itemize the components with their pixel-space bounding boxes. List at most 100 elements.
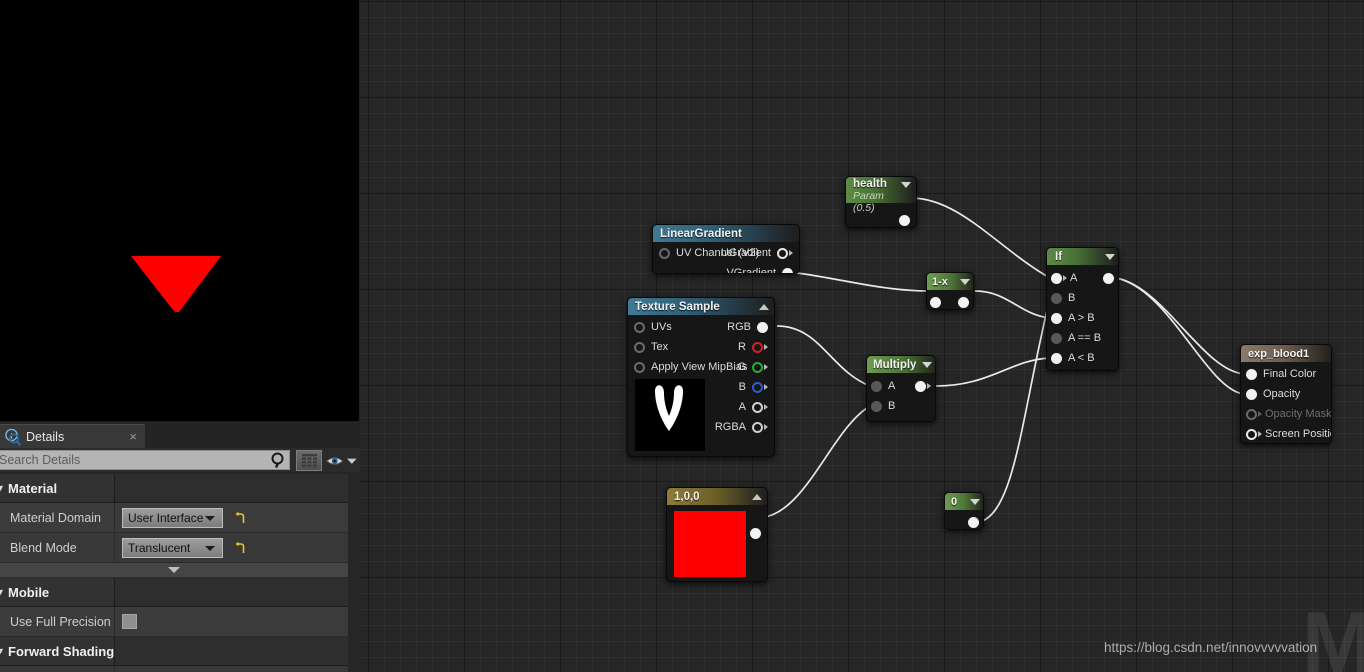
search-input[interactable]: Search Details xyxy=(0,450,290,470)
node-input-pin[interactable]: Apply View MipBias xyxy=(628,357,747,377)
pin-icon[interactable] xyxy=(1051,292,1062,304)
tab-details[interactable]: i Details × xyxy=(0,424,145,448)
properties-list[interactable]: ▼ Material Material Domain User Interfac… xyxy=(0,474,348,672)
material-preview-viewport[interactable] xyxy=(0,0,359,421)
pin-icon[interactable] xyxy=(915,380,926,392)
pin-icon[interactable] xyxy=(1246,428,1257,440)
pin-icon[interactable] xyxy=(930,296,941,308)
pin-icon[interactable] xyxy=(752,421,763,433)
pin-icon[interactable] xyxy=(659,247,670,259)
node-multiply[interactable]: Multiply A B xyxy=(866,355,936,422)
pin-icon[interactable] xyxy=(1051,272,1062,284)
pin-icon[interactable] xyxy=(752,341,763,353)
property-row-use-full-precision[interactable]: Use Full Precision xyxy=(0,607,348,637)
pin-icon[interactable] xyxy=(1246,408,1257,420)
node-linear-gradient[interactable]: LinearGradient UV Channel (V2) UGradient… xyxy=(652,224,800,274)
node-output-pin[interactable]: R xyxy=(738,337,774,357)
node-output-pin[interactable] xyxy=(750,523,767,543)
chevron-down-icon[interactable] xyxy=(922,361,932,368)
node-header[interactable]: If xyxy=(1047,248,1118,265)
material-domain-dropdown[interactable]: User Interface xyxy=(122,507,223,528)
show-more-properties-button[interactable] xyxy=(0,563,348,578)
pin-icon[interactable] xyxy=(777,247,788,259)
node-output-pin[interactable]: RGB xyxy=(727,317,774,337)
node-output-pin[interactable] xyxy=(899,210,916,227)
node-output-pin[interactable]: B xyxy=(739,377,774,397)
node-output-pin[interactable]: VGradient xyxy=(726,263,799,273)
chevron-up-icon[interactable] xyxy=(752,493,762,500)
property-row-material-domain[interactable]: Material Domain User Interface xyxy=(0,503,348,533)
pin-icon[interactable] xyxy=(1051,312,1062,324)
node-if[interactable]: If A B A > B A == B A < B xyxy=(1046,247,1119,371)
node-material-result[interactable]: exp_blood1 Final Color Opacity Opacity M… xyxy=(1240,344,1332,444)
use-full-precision-checkbox[interactable] xyxy=(122,614,137,629)
node-constant-color[interactable]: 1,0,0 xyxy=(666,487,768,582)
node-output-pin[interactable]: UGradient xyxy=(721,243,799,263)
node-header[interactable]: 1,0,0 xyxy=(667,488,767,505)
pin-icon[interactable] xyxy=(1246,368,1257,380)
visibility-options-button[interactable] xyxy=(326,450,358,471)
pin-icon[interactable] xyxy=(782,267,793,273)
chevron-up-icon[interactable] xyxy=(759,303,769,310)
node-output-pin[interactable] xyxy=(915,376,935,396)
pin-icon[interactable] xyxy=(958,296,969,308)
node-input-pin[interactable]: Opacity xyxy=(1241,384,1300,404)
section-header-mobile[interactable]: ▼ Mobile xyxy=(0,578,348,607)
pin-icon[interactable] xyxy=(871,380,882,392)
pin-icon[interactable] xyxy=(750,527,761,539)
node-header[interactable]: Texture Sample xyxy=(628,298,774,315)
reset-to-default-icon[interactable] xyxy=(234,511,246,525)
node-header[interactable]: health Param (0.5) xyxy=(846,177,916,214)
pin-icon[interactable] xyxy=(634,361,645,373)
node-input-pin[interactable]: UVs xyxy=(628,317,672,337)
pin-icon[interactable] xyxy=(899,214,910,226)
pin-icon[interactable] xyxy=(634,321,645,333)
node-one-minus-x[interactable]: 1-x xyxy=(926,272,974,310)
property-row-high-quality-reflections[interactable]: High Quality Reflecti xyxy=(0,666,348,672)
chevron-down-icon[interactable] xyxy=(901,182,911,188)
node-input-pin[interactable]: Tex xyxy=(628,337,668,357)
node-input-pin[interactable]: A < B xyxy=(1047,348,1095,368)
reset-to-default-icon[interactable] xyxy=(234,541,246,555)
pin-icon[interactable] xyxy=(968,516,979,528)
node-input-pin[interactable]: Opacity Mask xyxy=(1241,404,1331,424)
node-health-param[interactable]: health Param (0.5) xyxy=(845,176,917,228)
pin-icon[interactable] xyxy=(752,381,763,393)
node-output-pin[interactable] xyxy=(968,512,983,529)
pin-icon[interactable] xyxy=(752,361,763,373)
node-constant-zero[interactable]: 0 xyxy=(944,492,984,530)
property-row-blend-mode[interactable]: Blend Mode Translucent xyxy=(0,533,348,563)
chevron-down-icon[interactable] xyxy=(970,498,980,505)
node-header[interactable]: LinearGradient xyxy=(653,225,799,242)
node-output-pin[interactable]: A xyxy=(739,397,774,417)
node-header[interactable]: exp_blood1 xyxy=(1241,345,1331,362)
node-input-pin[interactable]: A xyxy=(1047,268,1077,288)
node-output-pin[interactable] xyxy=(958,292,973,309)
node-output-pin[interactable]: G xyxy=(737,357,774,377)
node-input-pin[interactable]: A == B xyxy=(1047,328,1101,348)
node-input-pin[interactable] xyxy=(927,292,941,309)
pin-icon[interactable] xyxy=(1103,272,1114,284)
chevron-down-icon[interactable] xyxy=(1105,253,1115,260)
pin-icon[interactable] xyxy=(1246,388,1257,400)
blend-mode-dropdown[interactable]: Translucent xyxy=(122,537,223,558)
node-output-pin[interactable] xyxy=(1103,268,1118,288)
pin-icon[interactable] xyxy=(1051,352,1062,364)
node-output-pin[interactable]: RGBA xyxy=(715,417,774,437)
pin-icon[interactable] xyxy=(634,341,645,353)
node-header[interactable]: 0 xyxy=(945,493,983,510)
node-input-pin[interactable]: B xyxy=(1047,288,1075,308)
pin-icon[interactable] xyxy=(1051,332,1062,344)
node-header[interactable]: Multiply xyxy=(867,356,935,373)
pin-icon[interactable] xyxy=(752,401,763,413)
pin-icon[interactable] xyxy=(871,400,882,412)
node-input-pin[interactable]: B xyxy=(867,396,895,416)
node-input-pin[interactable]: Final Color xyxy=(1241,364,1316,384)
close-icon[interactable]: × xyxy=(129,430,137,443)
chevron-down-icon[interactable] xyxy=(960,278,970,285)
node-texture-sample[interactable]: Texture Sample UVs Tex Apply View MipBia… xyxy=(627,297,775,457)
node-input-pin[interactable]: Screen Position xyxy=(1241,424,1331,443)
node-input-pin[interactable]: A > B xyxy=(1047,308,1095,328)
section-header-forward-shading[interactable]: ▼ Forward Shading xyxy=(0,637,348,666)
pin-icon[interactable] xyxy=(757,321,768,333)
